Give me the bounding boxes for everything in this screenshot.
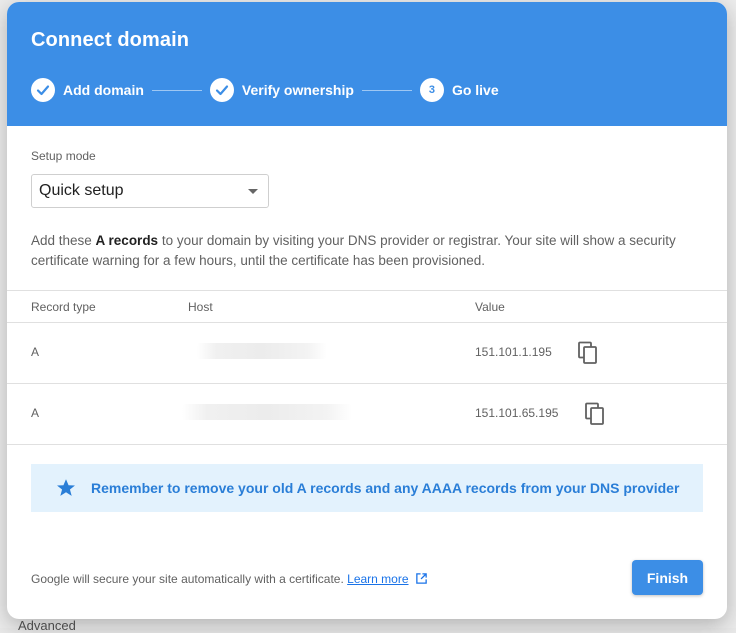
host-redacted	[197, 343, 327, 359]
learn-more-link[interactable]: Learn more	[347, 572, 408, 586]
check-icon	[209, 78, 234, 102]
advanced-label[interactable]: Advanced	[18, 618, 76, 633]
record-type: A	[31, 406, 40, 420]
reminder-text: Remember to remove your old A records an…	[91, 480, 680, 496]
record-value: 151.101.1.195	[475, 345, 552, 359]
step-label: Add domain	[63, 82, 144, 98]
reminder-banner: Remember to remove your old A records an…	[31, 464, 703, 512]
step-label: Go live	[451, 82, 499, 98]
record-value: 151.101.65.195	[475, 406, 559, 420]
footer-note: Google will secure your site automatical…	[31, 572, 428, 586]
dns-records-table: Record type Host Value A 151.101.1.195 A…	[7, 290, 727, 445]
host-redacted	[182, 404, 352, 420]
desc-prefix: Add these	[31, 233, 96, 248]
step-go-live: 3 Go live	[419, 78, 499, 102]
external-link-icon[interactable]	[415, 572, 428, 585]
step-number-badge: 3	[419, 78, 444, 102]
table-row: A 151.101.1.195	[7, 323, 727, 384]
caret-down-icon	[248, 189, 258, 194]
setup-mode-select[interactable]: Quick setup	[31, 174, 269, 208]
desc-bold: A records	[95, 233, 159, 248]
dialog-header: Connect domain Add domain Verify ownersh…	[7, 2, 727, 126]
table-header: Record type Host Value	[7, 290, 727, 323]
footer-text: Google will secure your site automatical…	[31, 572, 348, 586]
star-icon	[57, 479, 75, 496]
record-type: A	[31, 345, 40, 359]
dialog-title: Connect domain	[31, 29, 190, 51]
setup-mode-label: Setup mode	[31, 149, 96, 163]
header-host: Host	[188, 300, 213, 314]
setup-mode-value: Quick setup	[39, 182, 124, 199]
copy-icon[interactable]	[584, 402, 606, 426]
finish-button[interactable]: Finish	[632, 560, 703, 595]
table-row: A 151.101.65.195	[7, 384, 727, 445]
copy-icon[interactable]	[577, 341, 599, 365]
step-add-domain: Add domain	[31, 78, 144, 102]
instructions-text: Add these A records to your domain by vi…	[31, 231, 703, 271]
header-value: Value	[475, 300, 505, 314]
step-connector	[361, 89, 412, 91]
step-number: 3	[428, 84, 435, 96]
step-verify-ownership: Verify ownership	[209, 78, 354, 102]
step-label: Verify ownership	[241, 82, 354, 98]
header-record-type: Record type	[31, 300, 96, 314]
stepper: Add domain Verify ownership 3 Go live	[31, 77, 499, 103]
connect-domain-dialog: Connect domain Add domain Verify ownersh…	[7, 2, 727, 619]
check-icon	[31, 78, 55, 102]
step-connector	[151, 89, 202, 91]
